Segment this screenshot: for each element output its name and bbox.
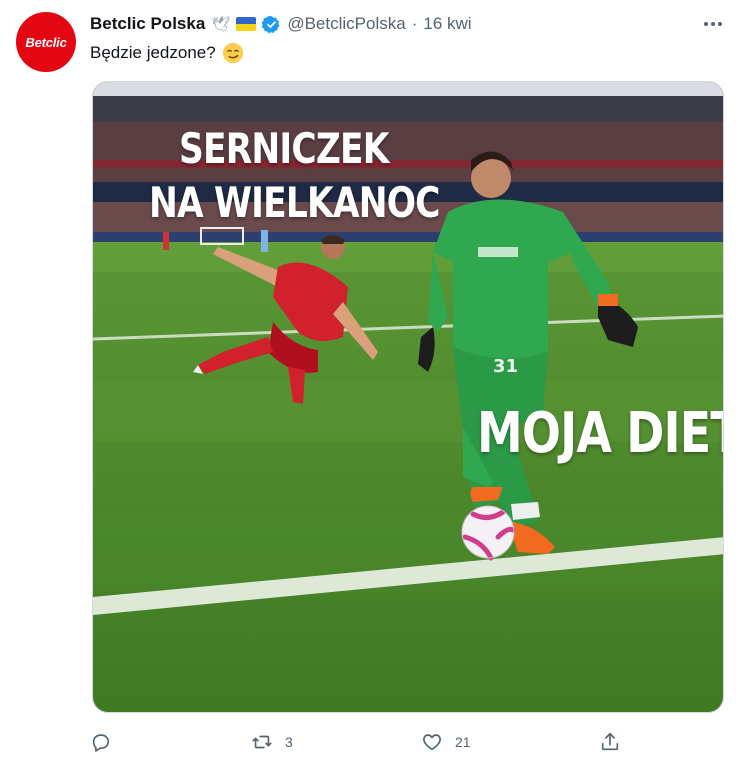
more-dot-icon — [718, 22, 722, 26]
heart-icon — [423, 734, 441, 751]
reply-button[interactable] — [90, 725, 124, 759]
meme-photo: 31 — [93, 82, 723, 712]
verified-badge-icon — [262, 15, 280, 33]
like-count: 21 — [455, 734, 471, 750]
like-button[interactable]: 21 — [421, 725, 471, 759]
more-options-button[interactable] — [700, 14, 726, 34]
meme-caption-left-line2: NA WIELKANOC — [149, 178, 440, 227]
tweet[interactable]: Betclic Betclic Polska 🕊 @BetclicPolska … — [0, 0, 740, 765]
separator: · — [411, 14, 418, 33]
share-button[interactable] — [599, 725, 633, 759]
retweet-icon — [252, 735, 272, 749]
retweet-button[interactable]: 3 — [251, 725, 293, 759]
football — [461, 505, 516, 561]
display-name[interactable]: Betclic Polska — [90, 14, 205, 34]
tweet-media-image[interactable]: 31 SERNICZEK NA WIELKANOC MOJA DIETA — [92, 81, 724, 713]
reply-icon — [92, 734, 110, 752]
meme-caption-right: MOJA DIETA — [477, 401, 723, 466]
tweet-actions: 3 21 — [90, 725, 630, 759]
tweet-header: Betclic Polska 🕊 @BetclicPolska · 16 kwi — [90, 12, 472, 36]
tweet-text: Będzie jedzone? — [90, 42, 244, 64]
ukraine-flag-icon — [236, 17, 257, 31]
smirking-face-emoji-icon — [222, 42, 243, 64]
timestamp[interactable]: 16 kwi — [423, 14, 471, 34]
handle[interactable]: @BetclicPolska — [287, 14, 405, 34]
meme-caption-left-line1: SERNICZEK — [179, 124, 389, 173]
retweet-count: 3 — [285, 734, 293, 750]
more-dot-icon — [711, 22, 715, 26]
goalkeeper-number: 31 — [493, 356, 518, 377]
tweet-text-content: Będzie jedzone? — [90, 43, 216, 62]
dove-icon: 🕊 — [211, 16, 231, 33]
more-dot-icon — [704, 22, 708, 26]
avatar[interactable]: Betclic — [16, 12, 76, 72]
share-icon — [601, 732, 619, 751]
avatar-logo-text: Betclic — [25, 34, 67, 50]
